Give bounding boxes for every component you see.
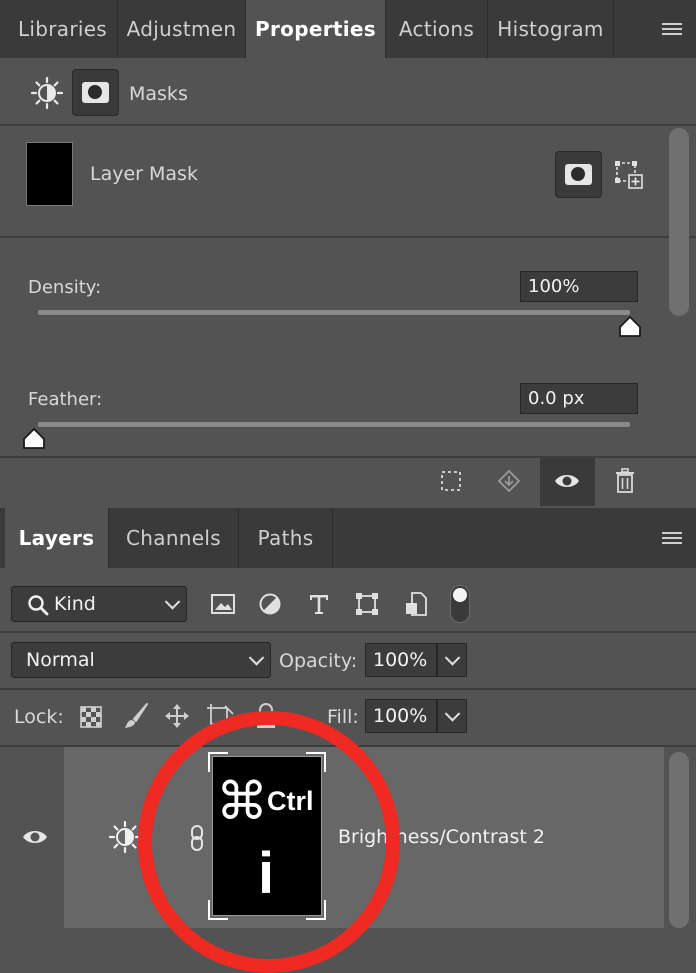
blend-divider [0,688,696,690]
lock-label: Lock: [14,706,64,728]
tab-histogram[interactable]: Histogram [488,0,614,58]
layer-mask-name: Layer Mask [90,163,198,185]
density-slider-handle[interactable] [617,315,643,339]
feather-label: Feather: [28,389,103,410]
tab-channels[interactable]: Channels [109,508,239,568]
brightness-adjustment-icon[interactable] [30,76,64,110]
filter-kind-value: Kind [54,593,96,615]
layer-visibility-eye-icon[interactable] [21,826,49,848]
lock-transparent-pixels-icon[interactable] [80,706,102,728]
blend-mode-select[interactable]: Normal [11,642,271,678]
density-slider-track[interactable] [38,310,630,315]
layer-brightness-adjustment-icon [108,820,142,854]
layers-scrollbar[interactable] [669,752,689,928]
blend-mode-value: Normal [26,649,95,671]
fill-dropdown-button[interactable] [437,699,467,733]
lock-position-move-icon[interactable] [164,703,190,729]
chevron-down-icon [444,650,461,666]
filter-type-layers-icon[interactable] [307,592,331,616]
pixel-mask-button[interactable] [555,151,602,198]
eye-icon[interactable] [553,470,581,492]
feather-input[interactable]: 0.0 px [520,383,638,414]
chevron-down-icon [444,706,461,722]
filter-shape-layers-icon[interactable] [355,592,379,616]
apply-mask-icon[interactable] [496,468,522,494]
top-tab-bar: Libraries Adjustmen Properties Actions H… [0,0,696,58]
red-highlight-circle [138,711,400,973]
feather-slider-track[interactable] [38,422,630,427]
tab-actions[interactable]: Actions [386,0,488,58]
tab-properties[interactable]: Properties [246,0,386,58]
opacity-dropdown-button[interactable] [437,643,467,677]
load-selection-icon[interactable] [440,470,462,492]
filter-toggle-switch[interactable] [450,585,470,623]
fill-label: Fill: [327,706,359,728]
filter-divider [0,631,696,633]
density-input[interactable]: 100% [520,271,638,302]
chevron-down-icon [164,594,181,610]
tab-paths[interactable]: Paths [239,508,333,568]
tab-adjustments[interactable]: Adjustmen [118,0,246,58]
opacity-label: Opacity: [279,650,358,672]
mask-row-divider [0,236,696,238]
lock-image-pixels-brush-icon[interactable] [122,702,150,730]
search-icon [27,594,49,616]
opacity-input[interactable]: 100% [365,643,437,677]
layer-mask-thumbnail[interactable] [26,142,73,206]
filter-smart-objects-icon[interactable] [404,591,428,617]
properties-divider [0,124,696,126]
trash-icon[interactable] [613,468,637,494]
layers-panel-menu-icon[interactable] [662,532,682,546]
chevron-down-icon [248,650,265,666]
properties-scrollbar[interactable] [669,128,689,316]
layers-tab-bar: Layers Channels Paths [0,508,696,568]
tab-layers[interactable]: Layers [5,508,109,568]
filter-pixel-layers-icon[interactable] [210,592,236,616]
filter-adjustment-layers-icon[interactable] [258,592,282,616]
fill-input[interactable]: 100% [365,699,437,733]
tab-libraries[interactable]: Libraries [8,0,118,58]
masks-section-label: Masks [129,83,188,105]
mask-mode-icon[interactable] [72,69,119,116]
density-label: Density: [28,277,102,298]
vector-mask-add-icon[interactable] [612,158,646,192]
panel-menu-icon[interactable] [662,23,682,37]
feather-slider-handle[interactable] [21,427,47,451]
